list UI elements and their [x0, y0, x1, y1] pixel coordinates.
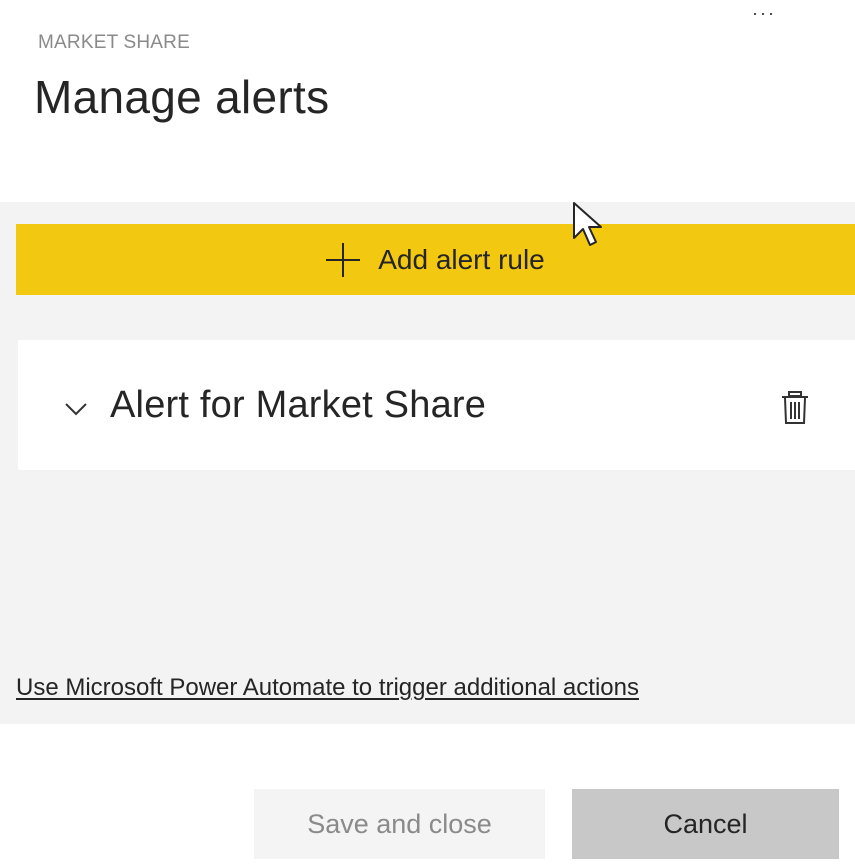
add-alert-rule-label: Add alert rule: [378, 243, 545, 275]
add-alert-rule-button[interactable]: Add alert rule: [16, 224, 855, 295]
trash-icon[interactable]: [778, 390, 812, 426]
manage-alerts-panel: ··· MARKET SHARE Manage alerts Add alert…: [0, 0, 855, 867]
power-automate-link[interactable]: Use Microsoft Power Automate to trigger …: [16, 674, 639, 702]
chevron-down-icon[interactable]: [62, 394, 90, 422]
save-and-close-button[interactable]: Save and close: [254, 789, 545, 859]
page-title: Manage alerts: [34, 71, 330, 123]
plus-icon: [326, 242, 361, 277]
more-options-button[interactable]: ···: [744, 4, 784, 22]
alert-rule-title: Alert for Market Share: [110, 384, 487, 426]
cancel-button[interactable]: Cancel: [572, 789, 839, 859]
tile-name: MARKET SHARE: [38, 32, 190, 53]
